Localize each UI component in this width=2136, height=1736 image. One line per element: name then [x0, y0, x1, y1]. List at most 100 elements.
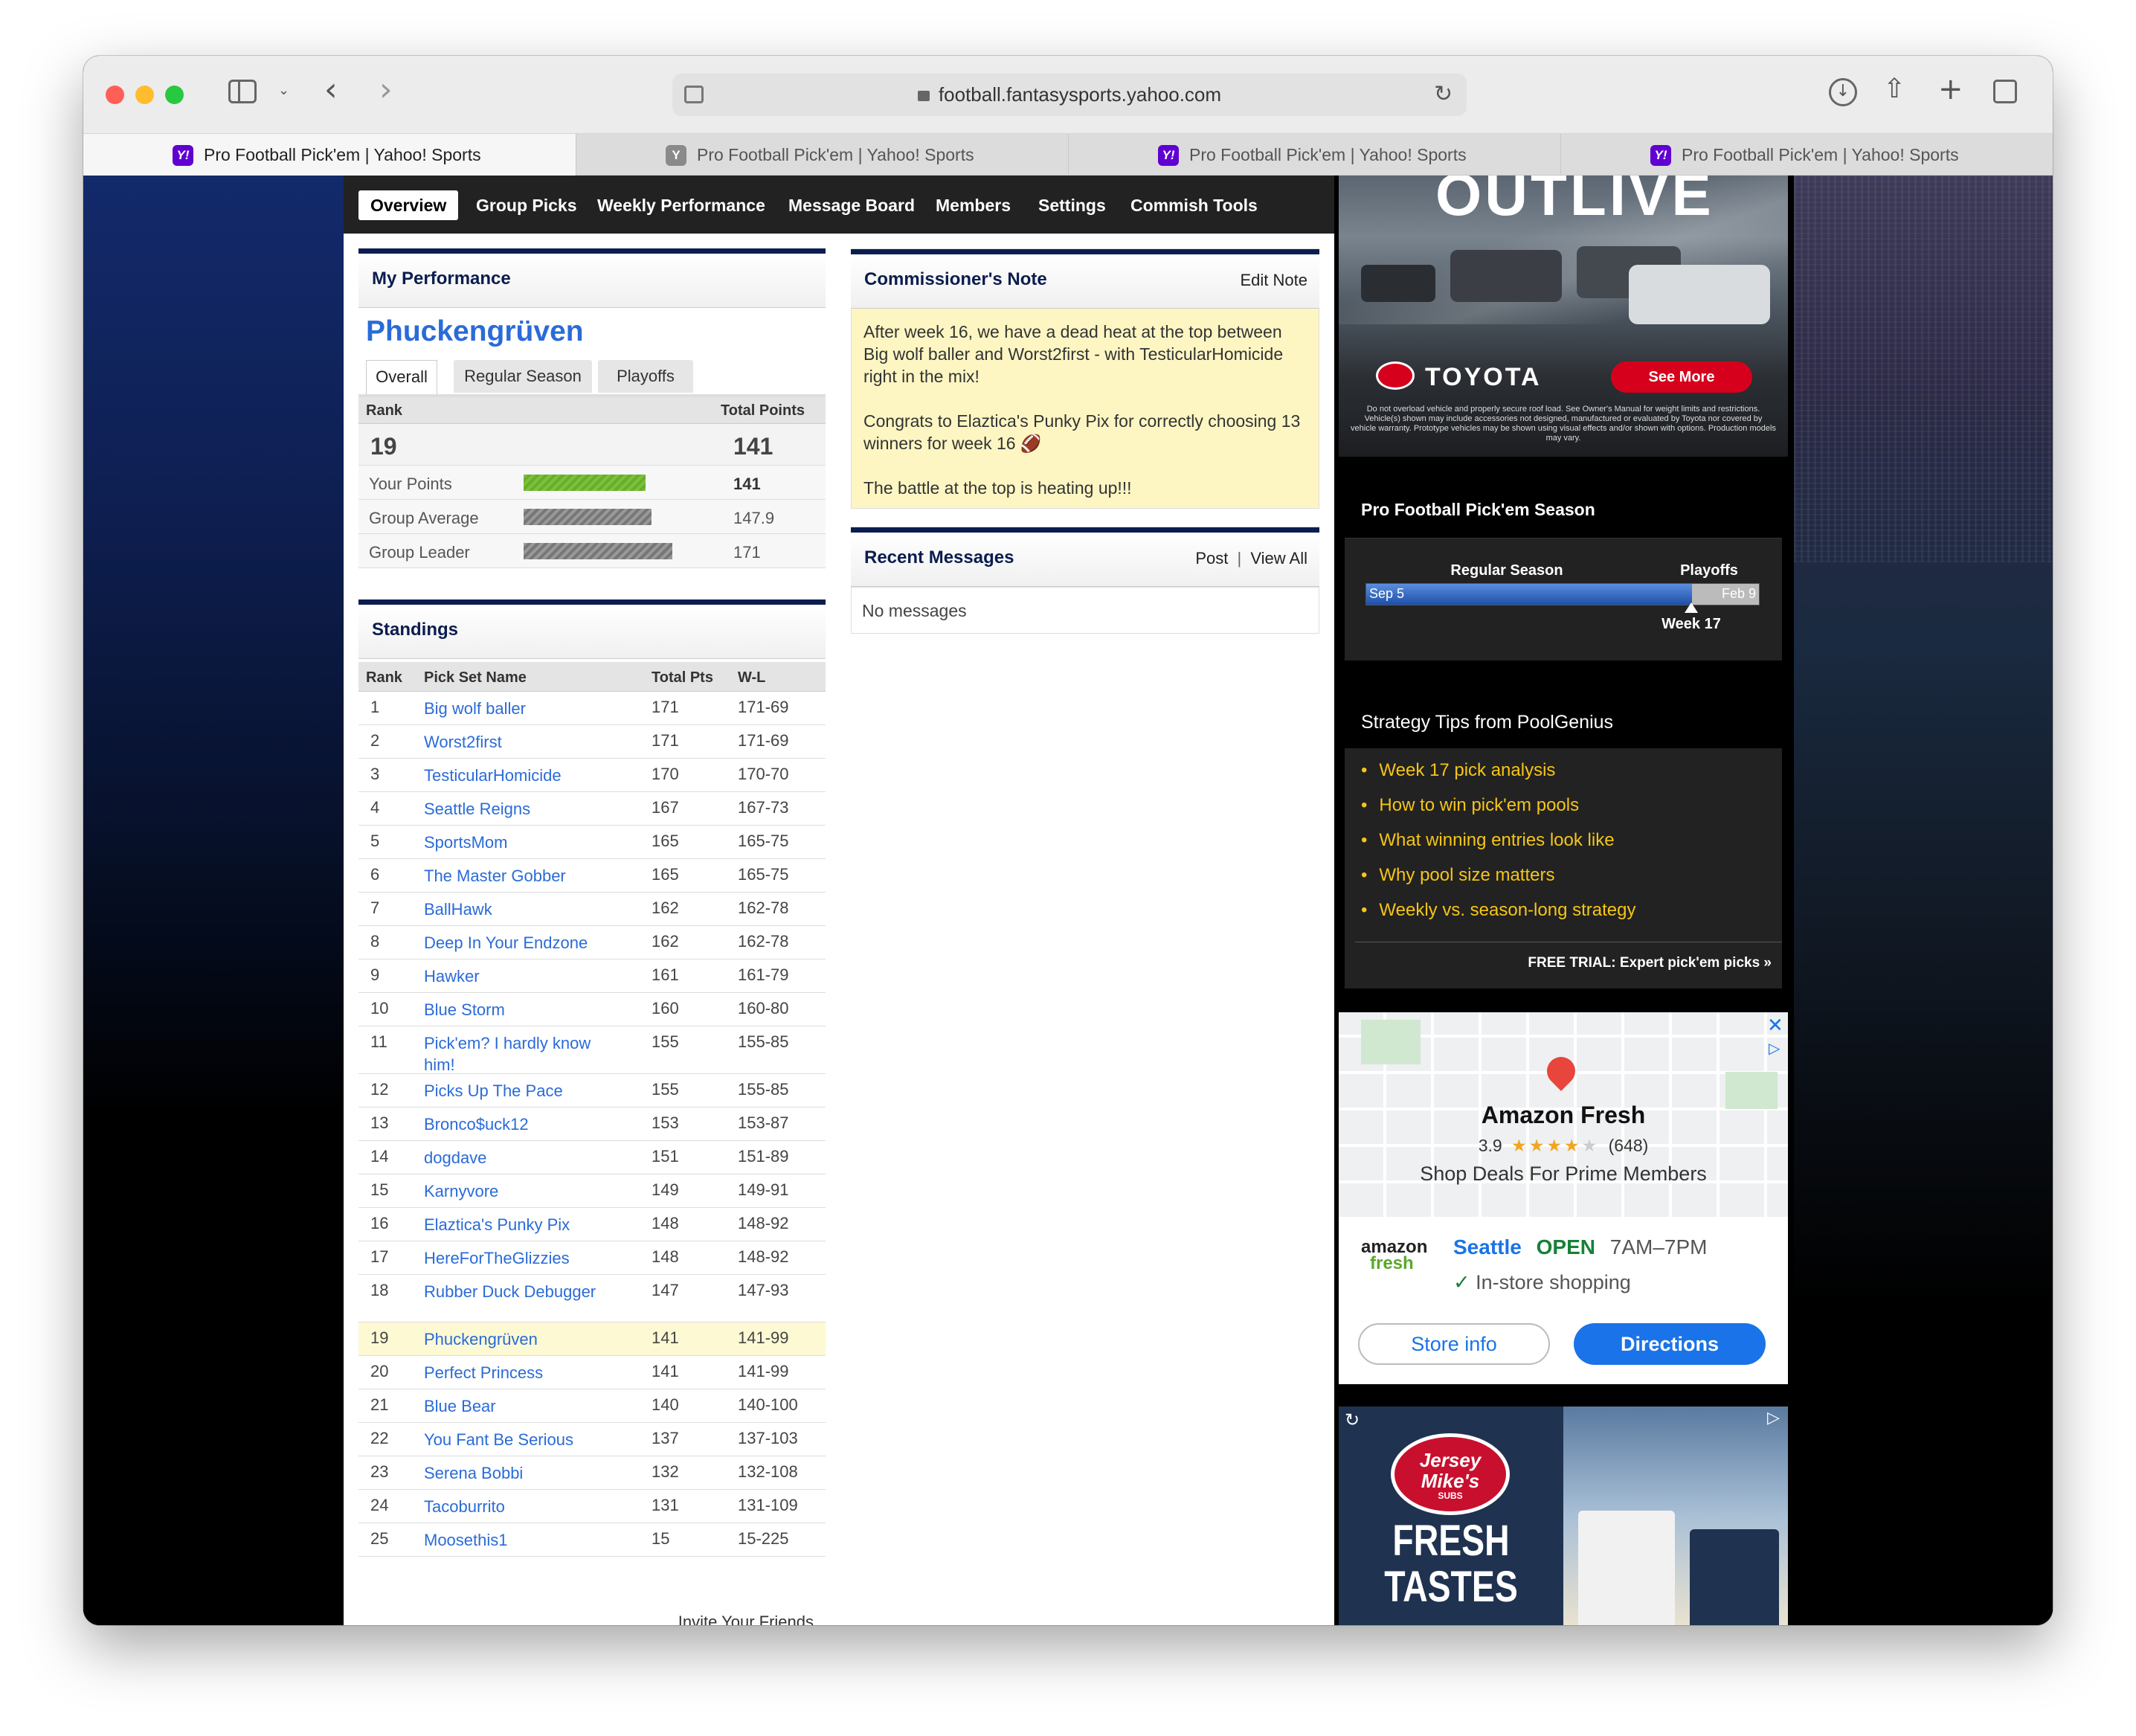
- invite-friends-link[interactable]: Invite Your Friends: [678, 1613, 814, 1625]
- rank-cell: 7: [370, 898, 380, 917]
- store-info-button[interactable]: Store info: [1358, 1323, 1550, 1365]
- table-row: 12 Picks Up The Pace 155 155-85: [358, 1074, 826, 1107]
- nav-commish-tools[interactable]: Commish Tools: [1130, 190, 1258, 220]
- panel-header: My Performance: [358, 248, 826, 308]
- pick-set-name-link[interactable]: SportsMom: [424, 832, 602, 853]
- check-icon: ✓: [1453, 1271, 1470, 1293]
- address-bar[interactable]: football.fantasysports.yahoo.com ↻: [672, 74, 1467, 116]
- adchoices-icon[interactable]: ▷: [1767, 1408, 1780, 1427]
- pick-set-name-link[interactable]: Picks Up The Pace: [424, 1080, 602, 1102]
- tip-link[interactable]: Week 17 pick analysis: [1379, 760, 1555, 780]
- downloads-icon[interactable]: ↓: [1829, 78, 1857, 106]
- back-icon[interactable]: ‹: [324, 72, 338, 108]
- current-week-label: Week 17: [1661, 616, 1721, 632]
- share-icon[interactable]: ⇧: [1883, 74, 1905, 104]
- pick-set-name-link[interactable]: HereForTheGlizzies: [424, 1247, 602, 1269]
- wl-cell: 147-93: [738, 1281, 789, 1299]
- nav-message-board[interactable]: Message Board: [788, 190, 915, 220]
- pick-set-name-link[interactable]: BallHawk: [424, 898, 602, 920]
- pick-set-name-link[interactable]: Rubber Duck Debugger: [424, 1281, 602, 1302]
- toyota-ad[interactable]: OUTLIVE TOYOTA See More Do not overload …: [1339, 176, 1788, 457]
- wl-cell: 148-92: [738, 1247, 789, 1266]
- pick-set-name-link[interactable]: dogdave: [424, 1147, 602, 1168]
- tab-2[interactable]: Y Pro Football Pick'em | Yahoo! Sports: [576, 134, 1068, 176]
- rank-header: Rank Total Points: [358, 397, 826, 424]
- pick-set-name-link[interactable]: Pick'em? I hardly know him!: [424, 1032, 602, 1076]
- vehicle-image: [1361, 265, 1435, 302]
- tip-link[interactable]: Weekly vs. season-long strategy: [1379, 900, 1635, 920]
- tab-4[interactable]: Y! Pro Football Pick'em | Yahoo! Sports: [1560, 134, 2053, 176]
- reload-icon[interactable]: ↻: [1434, 81, 1453, 107]
- ad-disclaimer: Do not overload vehicle and properly sec…: [1351, 405, 1776, 443]
- pick-set-name-link[interactable]: Blue Storm: [424, 999, 602, 1020]
- store-name: Amazon Fresh: [1481, 1102, 1646, 1128]
- pick-set-name-link[interactable]: Perfect Princess: [424, 1362, 602, 1383]
- pick-set-name-link[interactable]: Moosethis1: [424, 1529, 602, 1551]
- pick-set-name-link[interactable]: Big wolf baller: [424, 698, 602, 719]
- pick-set-name-link[interactable]: Tacoburrito: [424, 1496, 602, 1517]
- pick-set-name-link[interactable]: Deep In Your Endzone: [424, 932, 602, 954]
- tab-title: Pro Football Pick'em | Yahoo! Sports: [697, 145, 974, 164]
- tab-regular-season[interactable]: Regular Season: [454, 360, 592, 393]
- tab-playoffs[interactable]: Playoffs: [598, 360, 693, 393]
- pick-set-name-link[interactable]: TesticularHomicide: [424, 765, 602, 786]
- forward-icon[interactable]: ›: [379, 72, 393, 108]
- refresh-ad-icon[interactable]: ↻: [1345, 1409, 1360, 1431]
- wl-cell: 162-78: [738, 932, 789, 951]
- pick-set-name-link[interactable]: Phuckengrüven: [424, 1328, 602, 1350]
- table-row: 7 BallHawk 162 162-78: [358, 893, 826, 926]
- table-row: 16 Elaztica's Punky Pix 148 148-92: [358, 1208, 826, 1241]
- total-pts-cell: 155: [652, 1080, 679, 1099]
- total-pts-cell: 151: [652, 1147, 679, 1166]
- chevron-down-icon[interactable]: ⌄: [278, 83, 289, 98]
- pick-set-name-link[interactable]: Seattle Reigns: [424, 798, 602, 820]
- pick-set-name-link[interactable]: Worst2first: [424, 731, 602, 753]
- pick-set-name-link[interactable]: Karnyvore: [424, 1180, 602, 1202]
- playoffs-label: Playoffs: [1680, 562, 1738, 579]
- pick-set-name-link[interactable]: You Fant Be Serious: [424, 1429, 602, 1450]
- total-pts-cell: 160: [652, 999, 679, 1018]
- pick-set-name-link[interactable]: Serena Bobbi: [424, 1462, 602, 1484]
- adchoices-icon[interactable]: ▷: [1769, 1039, 1780, 1058]
- nav-settings[interactable]: Settings: [1038, 190, 1106, 220]
- see-more-button[interactable]: See More: [1611, 361, 1752, 393]
- team-name[interactable]: Phuckengrüven: [366, 315, 584, 348]
- directions-button[interactable]: Directions: [1574, 1323, 1766, 1365]
- edit-note-link[interactable]: Edit Note: [1241, 271, 1308, 290]
- pick-set-name-link[interactable]: Bronco$uck12: [424, 1113, 602, 1135]
- tab-1[interactable]: Y! Pro Football Pick'em | Yahoo! Sports: [83, 134, 576, 176]
- close-ad-icon[interactable]: ✕: [1767, 1014, 1783, 1037]
- free-trial-link[interactable]: FREE TRIAL: Expert pick'em picks »: [1528, 955, 1772, 971]
- season-start-date: Sep 5: [1369, 586, 1405, 601]
- sidebar-toggle-icon[interactable]: [228, 80, 257, 103]
- nav-weekly-performance[interactable]: Weekly Performance: [597, 190, 765, 220]
- nav-members[interactable]: Members: [936, 190, 1011, 220]
- pick-set-name-link[interactable]: Blue Bear: [424, 1395, 602, 1417]
- new-tab-icon[interactable]: +: [1938, 72, 1963, 106]
- tip-link[interactable]: Why pool size matters: [1379, 865, 1554, 885]
- table-row: 2 Worst2first 171 171-69: [358, 725, 826, 759]
- table-row: 14 dogdave 151 151-89: [358, 1141, 826, 1174]
- tab-overview-icon[interactable]: [1993, 80, 2017, 103]
- pick-set-name-link[interactable]: Hawker: [424, 965, 602, 987]
- wl-cell: 131-109: [738, 1496, 798, 1514]
- table-row: 5 SportsMom 165 165-75: [358, 826, 826, 859]
- rank-cell: 4: [370, 798, 380, 817]
- amazon-fresh-ad[interactable]: Amazon Fresh 3.9 ★★★★★ (648) Shop Deals …: [1339, 1012, 1788, 1384]
- nav-overview[interactable]: Overview: [358, 190, 459, 220]
- tip-link[interactable]: How to win pick'em pools: [1379, 795, 1579, 815]
- pick-set-name-link[interactable]: Elaztica's Punky Pix: [424, 1214, 602, 1235]
- pick-set-name-link[interactable]: The Master Gobber: [424, 865, 602, 887]
- bullet-icon: •: [1361, 795, 1368, 815]
- tab-3[interactable]: Y! Pro Football Pick'em | Yahoo! Sports: [1068, 134, 1560, 176]
- store-feature: ✓ In-store shopping: [1453, 1271, 1631, 1294]
- jersey-mikes-ad[interactable]: Jersey Mike's SUBS FRESH TASTES ↻ ▷: [1339, 1407, 1788, 1625]
- nav-group-picks[interactable]: Group Picks: [476, 190, 576, 220]
- tip-link[interactable]: What winning entries look like: [1379, 830, 1614, 850]
- close-window-button[interactable]: [106, 86, 124, 104]
- post-link[interactable]: Post: [1195, 549, 1228, 568]
- zoom-window-button[interactable]: [165, 86, 184, 104]
- minimize-window-button[interactable]: [135, 86, 154, 104]
- view-all-link[interactable]: View All: [1250, 549, 1307, 568]
- tab-overall[interactable]: Overall: [366, 360, 437, 394]
